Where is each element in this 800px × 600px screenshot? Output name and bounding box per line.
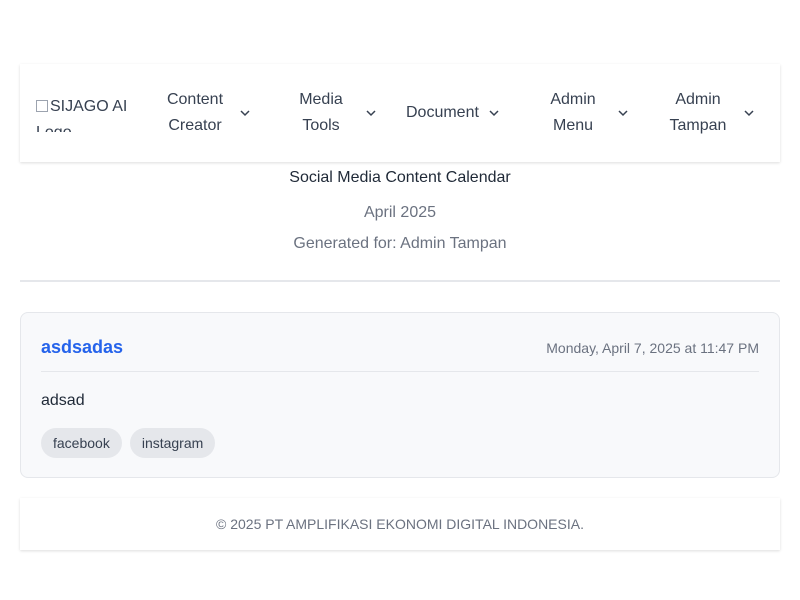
post-tags: facebook instagram: [41, 428, 216, 458]
calendar-month: April 2025: [363, 204, 437, 221]
nav-media-tools-label: Media Tools: [299, 91, 343, 134]
post-title[interactable]: asdsadas: [41, 337, 123, 358]
logo-alt-text: SIJAGO AI Logo: [36, 98, 128, 132]
nav-admin-menu[interactable]: Admin Menu: [538, 88, 628, 138]
chevron-down-icon: [744, 109, 754, 117]
generated-for-text: Generated for: Admin Tampan: [293, 235, 507, 252]
nav-document-label: Document: [406, 104, 479, 121]
post-divider: [41, 371, 759, 372]
chevron-down-icon: [489, 109, 499, 117]
post-body: adsad: [41, 392, 85, 409]
nav-admin-menu-label: Admin Menu: [550, 91, 596, 134]
chevron-down-icon: [618, 109, 628, 117]
logo[interactable]: SIJAGO AI Logo: [36, 94, 128, 132]
post-datetime: Monday, April 7, 2025 at 11:47 PM: [546, 340, 759, 356]
top-navbar: SIJAGO AI Logo Content Creator Media Too…: [20, 64, 780, 162]
nav-media-tools[interactable]: Media Tools: [286, 88, 376, 138]
chevron-down-icon: [240, 109, 250, 117]
tag-instagram[interactable]: instagram: [129, 428, 216, 458]
tag-facebook[interactable]: facebook: [41, 428, 122, 458]
nav-document[interactable]: Document: [406, 88, 499, 138]
broken-image-icon: [36, 100, 48, 112]
footer: © 2025 PT AMPLIFIKASI EKONOMI DIGITAL IN…: [20, 498, 780, 550]
calendar-header: Social Media Content Calendar April 2025…: [0, 166, 800, 256]
nav-content-creator-label: Content Creator: [166, 91, 224, 134]
chevron-down-icon: [366, 109, 376, 117]
footer-copyright: © 2025 PT AMPLIFIKASI EKONOMI DIGITAL IN…: [216, 516, 584, 532]
nav-user-label: Admin Tampan: [669, 91, 727, 134]
nav-user-admin-tampan[interactable]: Admin Tampan: [662, 88, 754, 138]
nav-content-creator[interactable]: Content Creator: [160, 88, 250, 138]
post-card: asdsadas Monday, April 7, 2025 at 11:47 …: [20, 312, 780, 478]
page-title: Social Media Content Calendar: [289, 169, 511, 186]
header-divider: [20, 280, 780, 282]
